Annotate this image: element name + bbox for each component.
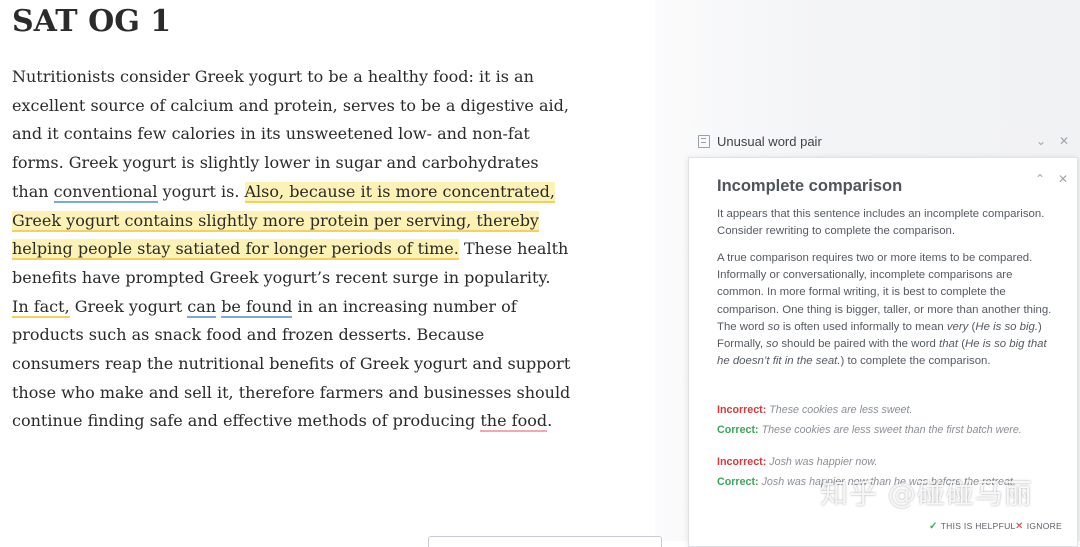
close-icon[interactable]: ✕ <box>1058 172 1068 186</box>
chevron-up-icon[interactable]: ⌃ <box>1035 172 1045 186</box>
suggestion-underline[interactable]: conventional <box>53 181 158 203</box>
explanation-italic: so <box>767 320 780 333</box>
document-title: SAT OG 1 <box>12 4 172 39</box>
example-incorrect-2: Incorrect: Josh was happier now. <box>717 455 1057 470</box>
card-explanation: A true comparison requires two or more i… <box>717 250 1052 370</box>
close-icon: ✕ <box>1015 521 1024 532</box>
explanation-text: is often used informally to mean <box>779 320 947 333</box>
explanation-text: should be paired with the word <box>778 338 940 351</box>
incorrect-label: Incorrect: <box>717 404 767 416</box>
incorrect-label: Incorrect: <box>717 456 767 468</box>
ignore-label: IGNORE <box>1026 521 1063 531</box>
ignore-button[interactable]: ✕ IGNORE <box>1015 521 1062 532</box>
correct-label: Correct: <box>717 476 759 488</box>
document-body[interactable]: Nutritionists consider Greek yogurt to b… <box>12 63 572 436</box>
explanation-italic: very <box>946 320 969 333</box>
example-correct-1: Correct: These cookies are less sweet th… <box>717 423 1057 438</box>
correct-text: These cookies are less sweet than the fi… <box>761 424 1022 436</box>
bottom-panel-tab[interactable] <box>428 536 662 547</box>
correct-label: Correct: <box>717 424 759 436</box>
check-icon: ✓ <box>929 521 938 532</box>
body-text: Greek yogurt <box>69 296 188 316</box>
suggestion-underline[interactable]: be found <box>221 296 293 318</box>
suggestion-underline[interactable]: In fact, <box>12 296 70 318</box>
close-icon[interactable]: ✕ <box>1059 134 1069 148</box>
suggestion-card-collapsed[interactable]: Unusual word pair ⌄ ✕ <box>690 128 1078 158</box>
body-text: yogurt is. <box>157 181 245 201</box>
card-intro: It appears that this sentence includes a… <box>717 208 1045 238</box>
incorrect-text: Josh was happier now. <box>769 456 878 468</box>
card-title: Incomplete comparison <box>717 177 903 195</box>
explanation-italic: so <box>766 338 779 351</box>
explanation-text: ( <box>958 338 965 351</box>
helpful-label: THIS IS HELPFUL <box>940 521 1016 531</box>
incorrect-text: These cookies are less sweet. <box>769 404 913 416</box>
book-icon <box>698 135 710 148</box>
helpful-button[interactable]: ✓ THIS IS HELPFUL <box>929 521 1016 532</box>
suggestion-label: Unusual word pair <box>717 134 822 149</box>
explanation-italic: He is so big. <box>975 320 1039 333</box>
explanation-italic: that <box>939 338 959 351</box>
body-text: . <box>547 411 553 431</box>
card-footer: ✓ THIS IS HELPFUL ✕ IGNORE <box>689 513 1077 543</box>
watermark: 知乎 @碰碰马丽 <box>820 477 1033 510</box>
suggestion-underline[interactable]: the food <box>480 411 548 433</box>
body-text: Nutritionists consider Greek yogurt to b… <box>12 67 569 201</box>
example-incorrect-1: Incorrect: These cookies are less sweet. <box>717 403 1057 418</box>
explanation-text: ) to complete the comparison. <box>840 355 991 368</box>
suggestion-underline[interactable]: can <box>187 296 217 318</box>
chevron-down-icon[interactable]: ⌄ <box>1036 134 1046 148</box>
